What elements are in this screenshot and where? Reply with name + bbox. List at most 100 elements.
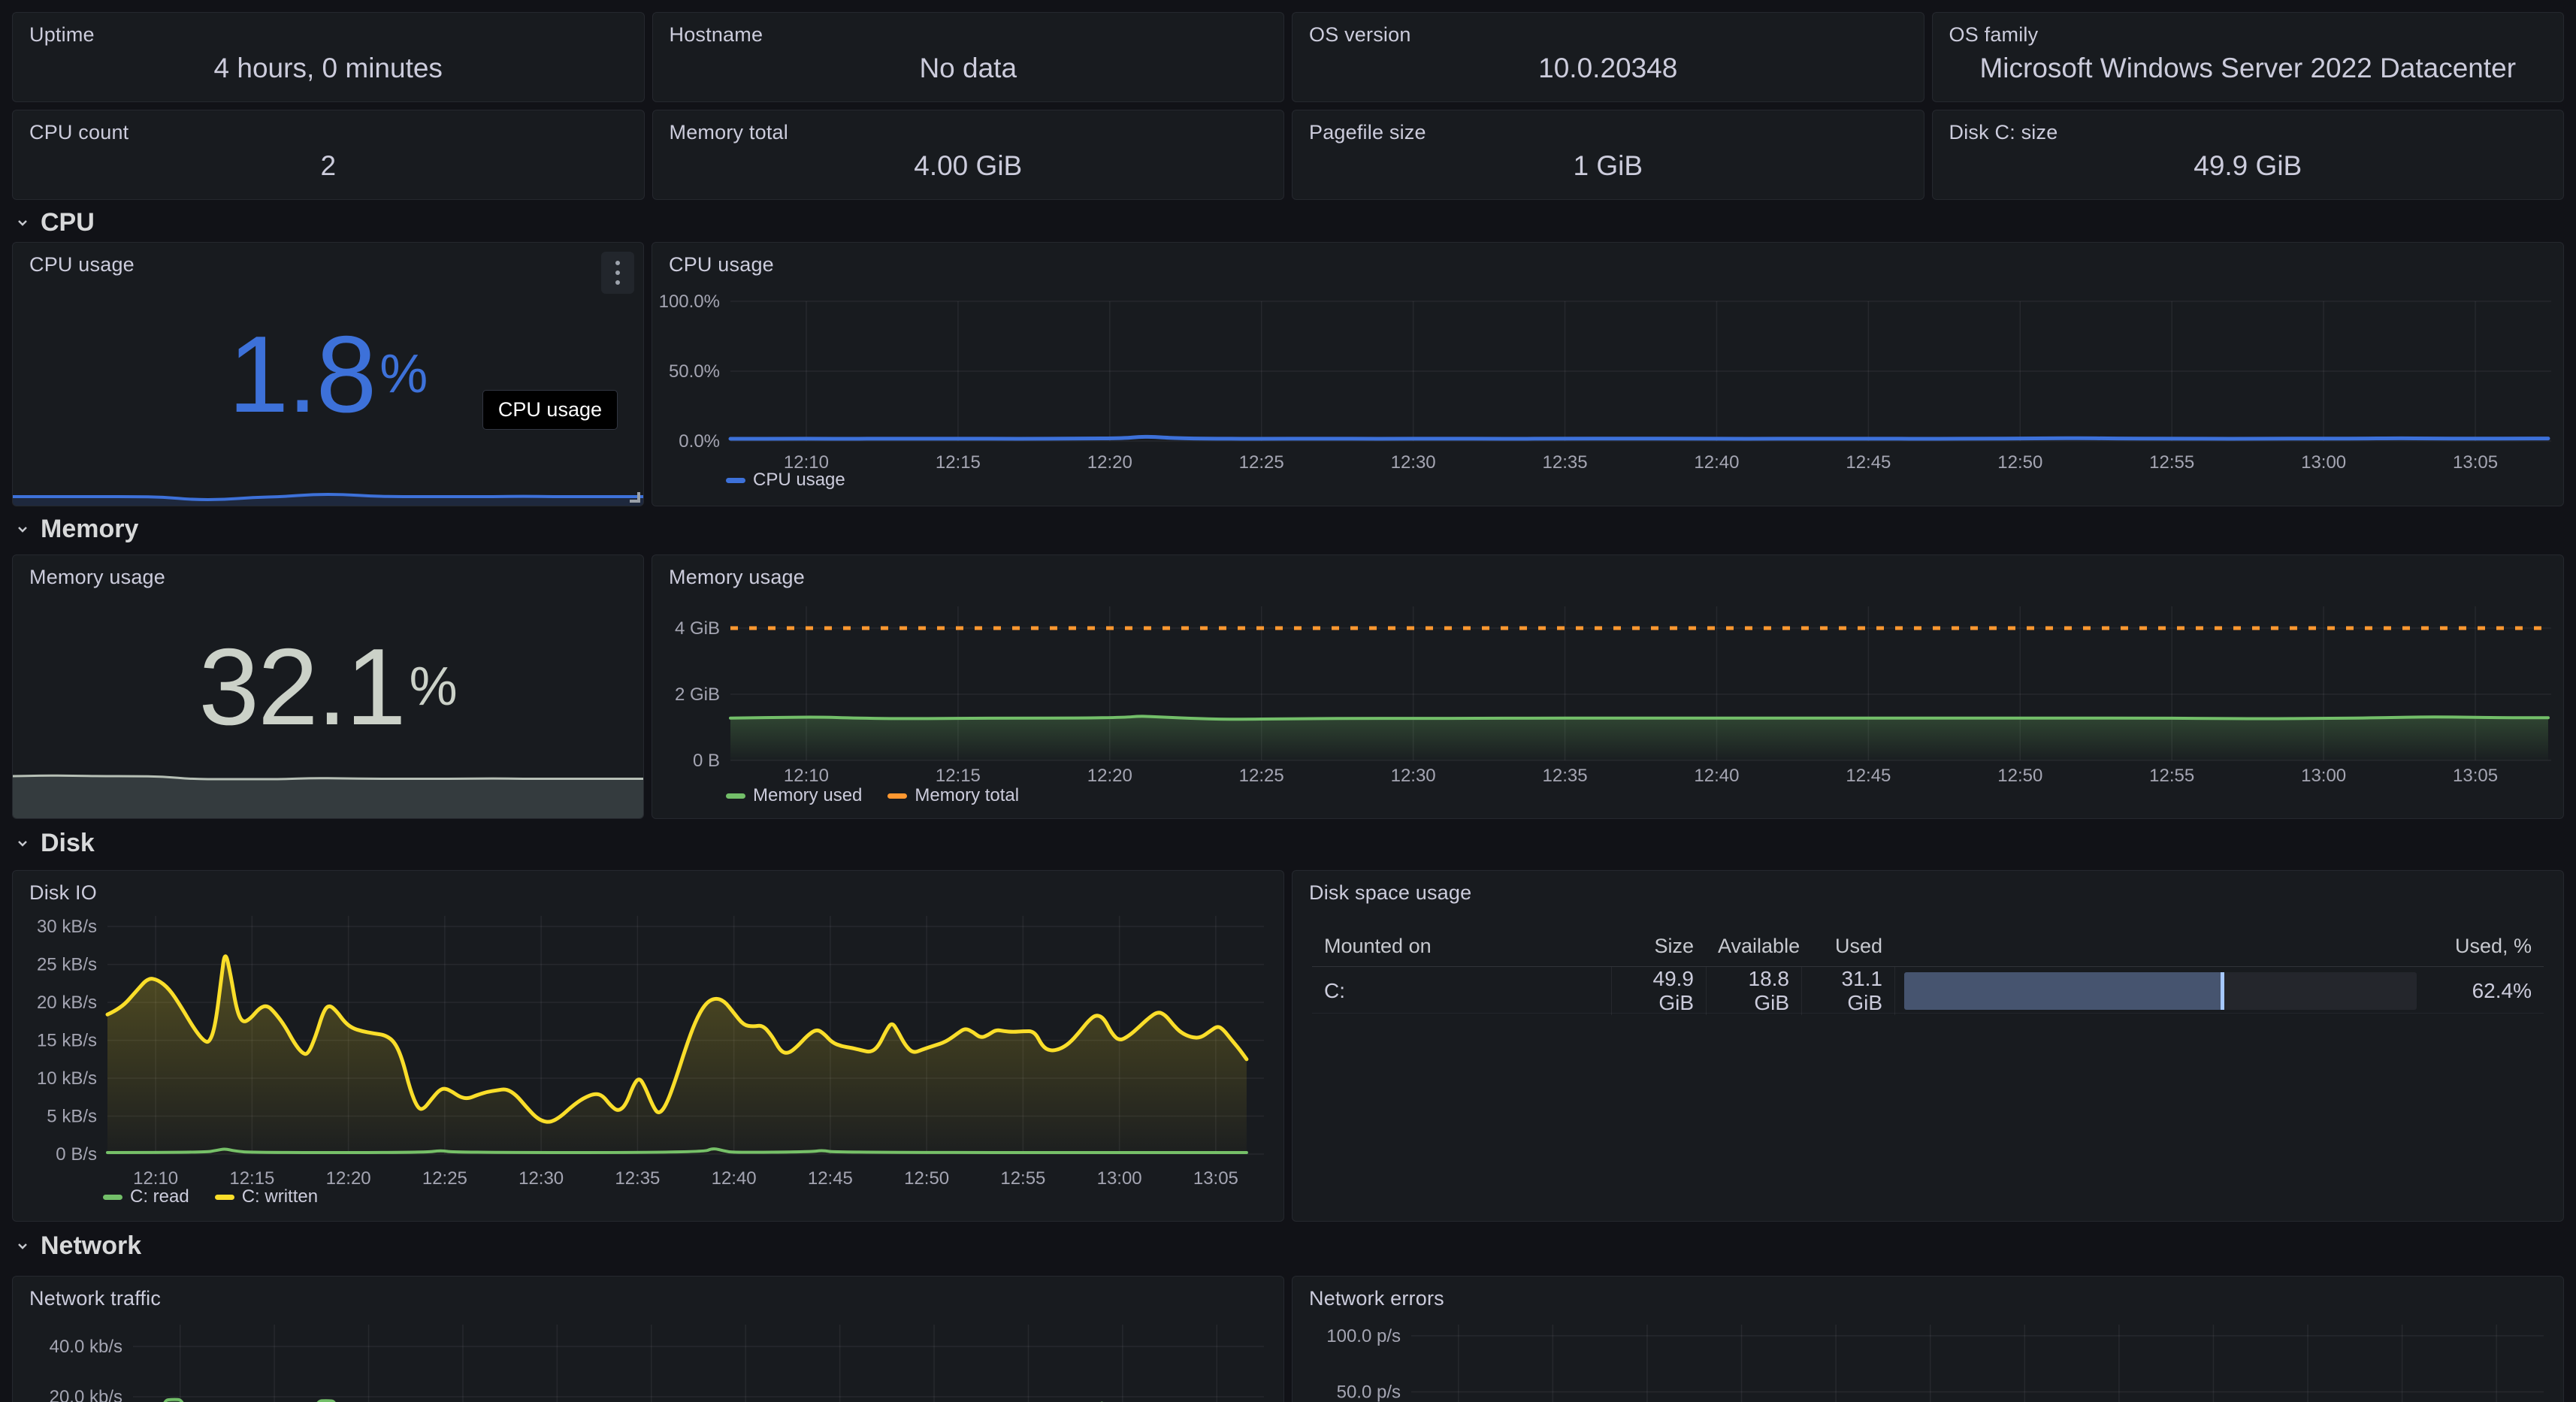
stats-row-1: Uptime 4 hours, 0 minutes Hostname No da…	[12, 12, 2564, 102]
disk-io-chart[interactable]: 12:1012:1512:2012:2512:3012:3512:4012:45…	[13, 871, 1283, 1221]
cell-mounted-on: C:	[1312, 979, 1611, 1003]
memory-usage-chart[interactable]: 12:1012:1512:2012:2512:3012:3512:4012:45…	[652, 555, 2563, 818]
svg-text:12:50: 12:50	[904, 1168, 949, 1189]
svg-text:50.0%: 50.0%	[669, 361, 720, 382]
panel-title: CPU count	[29, 121, 128, 144]
svg-text:12:55: 12:55	[1000, 1168, 1045, 1189]
section-label: Disk	[41, 829, 95, 858]
svg-text:12:20: 12:20	[1087, 766, 1132, 786]
legend-item[interactable]: CPU usage	[726, 470, 845, 491]
legend-series-label: CPU usage	[753, 470, 845, 491]
section-header-network[interactable]: Network	[14, 1232, 2564, 1259]
disk-row: Disk IO 12:1012:1512:2012:2512:3012:3512…	[12, 870, 2564, 1222]
usage-bar-track	[1904, 972, 2417, 1010]
svg-text:10 kB/s: 10 kB/s	[37, 1068, 97, 1089]
legend-series-marker	[887, 793, 907, 799]
disk-space-table: Mounted on Size Available Used Used, % C…	[1312, 926, 2544, 1014]
svg-text:12:35: 12:35	[1543, 452, 1588, 473]
panel-title: Network traffic	[29, 1287, 161, 1310]
svg-text:13:05: 13:05	[2453, 766, 2498, 786]
chevron-down-icon	[14, 1237, 32, 1255]
panel-title: OS family	[1949, 23, 2039, 47]
svg-text:13:00: 13:00	[1097, 1168, 1142, 1189]
section-header-memory[interactable]: Memory	[14, 515, 2564, 542]
svg-text:13:05: 13:05	[2453, 452, 2498, 473]
svg-text:100.0 p/s: 100.0 p/s	[1326, 1326, 1401, 1346]
stat-panel-pagefile-size: Pagefile size 1 GiB	[1292, 110, 1924, 200]
svg-text:15 kB/s: 15 kB/s	[37, 1031, 97, 1051]
network-errors-chart-panel: Network errors 50.0 p/s100.0 p/s	[1292, 1276, 2564, 1402]
cpu-row: CPU usage 1.8 % CPU usage CPU usage 12:1…	[12, 242, 2564, 506]
svg-text:12:20: 12:20	[1087, 452, 1132, 473]
svg-text:100.0%: 100.0%	[659, 292, 720, 312]
panel-title: CPU usage	[669, 253, 774, 276]
svg-text:12:40: 12:40	[1694, 766, 1739, 786]
legend-item[interactable]: C: read	[103, 1186, 189, 1207]
legend-series-label: C: read	[130, 1186, 189, 1207]
stat-panel-hostname: Hostname No data	[652, 12, 1285, 102]
svg-text:0 B: 0 B	[693, 751, 720, 771]
legend-item[interactable]: Memory total	[887, 785, 1019, 806]
svg-text:12:45: 12:45	[1846, 766, 1891, 786]
cpu-usage-gauge-panel: CPU usage 1.8 % CPU usage	[12, 242, 644, 506]
table-header-row: Mounted on Size Available Used Used, %	[1312, 926, 2544, 967]
cpu-usage-unit: %	[379, 343, 428, 405]
svg-text:12:40: 12:40	[712, 1168, 757, 1189]
svg-text:12:40: 12:40	[1694, 452, 1739, 473]
memory-sparkline	[13, 772, 643, 818]
stats-row-2: CPU count 2 Memory total 4.00 GiB Pagefi…	[12, 110, 2564, 200]
svg-text:12:10: 12:10	[133, 1168, 178, 1189]
svg-text:12:15: 12:15	[936, 452, 981, 473]
column-header-size[interactable]: Size	[1611, 935, 1706, 958]
section-header-disk[interactable]: Disk	[14, 829, 2564, 857]
column-header-used-pct[interactable]: Used, %	[2420, 935, 2544, 958]
svg-text:12:30: 12:30	[519, 1168, 564, 1189]
legend-series-label: Memory total	[915, 785, 1019, 806]
column-header-mounted-on[interactable]: Mounted on	[1312, 935, 1611, 958]
stat-panel-disk-c-size: Disk C: size 49.9 GiB	[1932, 110, 2565, 200]
panel-menu-kebab-icon[interactable]	[601, 252, 634, 294]
legend-series-label: Memory used	[753, 785, 862, 806]
svg-text:30 kB/s: 30 kB/s	[37, 917, 97, 937]
column-header-used[interactable]: Used	[1801, 935, 1894, 958]
svg-text:50.0 p/s: 50.0 p/s	[1337, 1382, 1401, 1402]
panel-title: Memory usage	[29, 566, 165, 589]
cpu-usage-chart[interactable]: 12:1012:1512:2012:2512:3012:3512:4012:45…	[652, 243, 2563, 506]
stat-value: 49.9 GiB	[2194, 150, 2302, 182]
legend-series-marker	[215, 1195, 234, 1200]
legend-item[interactable]: Memory used	[726, 785, 862, 806]
svg-text:12:30: 12:30	[1391, 452, 1436, 473]
cpu-sparkline	[13, 489, 643, 506]
cell-usage-bar	[1894, 967, 2420, 1015]
stat-panel-os-family: OS family Microsoft Windows Server 2022 …	[1932, 12, 2565, 102]
cpu-series-line	[730, 437, 2548, 439]
section-header-cpu[interactable]: CPU	[14, 209, 2564, 236]
cpu-usage-chart-panel: CPU usage 12:1012:1512:2012:2512:3012:35…	[652, 242, 2564, 506]
dashboard: Uptime 4 hours, 0 minutes Hostname No da…	[0, 0, 2576, 1402]
resize-handle-icon[interactable]	[627, 489, 640, 503]
cpu-usage-value: 1.8	[228, 320, 376, 429]
network-errors-chart[interactable]: 50.0 p/s 100.0 p/s	[1293, 1277, 2563, 1402]
svg-text:12:55: 12:55	[2149, 766, 2194, 786]
svg-text:12:50: 12:50	[1997, 452, 2042, 473]
stat-value: No data	[919, 53, 1017, 84]
table-row: C: 49.9 GiB 18.8 GiB 31.1 GiB 62.4%	[1312, 967, 2544, 1014]
stat-panel-cpu-count: CPU count 2	[12, 110, 645, 200]
svg-text:40.0 kb/s: 40.0 kb/s	[50, 1337, 122, 1357]
chevron-down-icon	[14, 834, 32, 852]
chart-legend: C: read C: written	[103, 1186, 318, 1207]
column-header-available[interactable]: Available	[1706, 935, 1801, 958]
panel-title: Pagefile size	[1309, 121, 1426, 144]
panel-title: Memory usage	[669, 566, 805, 589]
network-traffic-chart[interactable]: 20.0 kb/s40.0 kb/s	[13, 1277, 1283, 1402]
panel-title: OS version	[1309, 23, 1411, 47]
svg-text:4 GiB: 4 GiB	[675, 618, 720, 639]
memory-usage-chart-panel: Memory usage 12:1012:1512:2012:2512:3012…	[652, 554, 2564, 819]
svg-text:12:15: 12:15	[229, 1168, 274, 1189]
section-label: Network	[41, 1231, 141, 1261]
svg-text:12:35: 12:35	[1543, 766, 1588, 786]
cpu-usage-hover-label: CPU usage	[482, 390, 618, 430]
legend-item[interactable]: C: written	[215, 1186, 318, 1207]
svg-text:12:45: 12:45	[1846, 452, 1891, 473]
memory-usage-value: 32.1	[198, 633, 404, 742]
